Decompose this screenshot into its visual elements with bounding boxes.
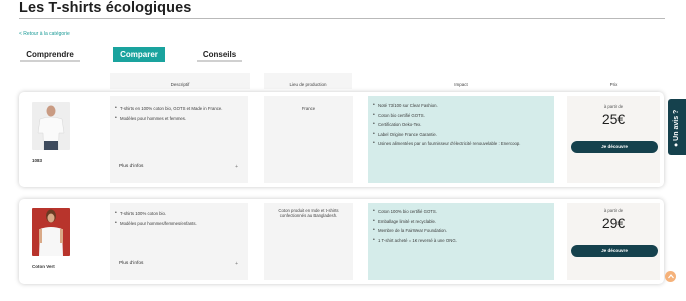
prix-label: à partir de xyxy=(603,208,624,213)
product-card: Coton Vert T-shirts 100% coton bio. Modè… xyxy=(19,199,664,284)
feedback-tab-label: ● Un avis ? xyxy=(673,110,680,147)
title-divider xyxy=(19,18,665,19)
descriptif-cell: T-shirts 100% coton bio. Modèles pour ho… xyxy=(110,203,248,280)
je-decouvre-button[interactable]: Je découvre xyxy=(571,141,658,153)
plus-infos-link[interactable]: Plus d'infos xyxy=(119,261,143,266)
prix-cell: à partir de 29€ Je découvre xyxy=(567,203,660,280)
impact-cell: Noté 73/100 sur Clear Fashion. Coton bio… xyxy=(368,96,554,183)
prix-value: 25€ xyxy=(601,111,626,127)
product-card: 1083 T-shirts en 100% coton bio, GOTS et… xyxy=(19,92,664,187)
descriptif-item: T-shirts en 100% coton bio, GOTS et Made… xyxy=(115,106,242,112)
page-title: Les T-shirts écologiques xyxy=(19,0,192,16)
impact-item: Usines alimentées par un fournisseur d'é… xyxy=(373,141,548,147)
column-header-lieu: Lieu de production xyxy=(289,82,327,87)
product-name: Coton Vert xyxy=(32,264,55,269)
expand-plus-icon[interactable]: + xyxy=(235,261,238,267)
tab-comprendre-underline xyxy=(20,60,80,62)
descriptif-cell: T-shirts en 100% coton bio, GOTS et Made… xyxy=(110,96,248,183)
impact-item: Noté 73/100 sur Clear Fashion. xyxy=(373,103,548,109)
impact-item: 1 T-shirt acheté = 1€ reversé à une ONG. xyxy=(373,238,548,244)
lieu-cell: Coton produit en Inde et t-shirts confec… xyxy=(264,203,353,280)
feedback-label: Un avis ? xyxy=(673,109,680,141)
back-to-category-link[interactable]: < Retour à la catégorie xyxy=(19,31,70,37)
scroll-to-top-button[interactable] xyxy=(665,271,676,282)
impact-item: Membre de la FairWear Foundation. xyxy=(373,228,548,234)
lieu-text: Coton produit en Inde et t-shirts confec… xyxy=(278,208,339,218)
prix-value: 29€ xyxy=(601,215,626,231)
product-image-1083[interactable] xyxy=(32,102,70,150)
feedback-tab[interactable]: ● Un avis ? xyxy=(668,99,686,155)
lieu-cell: France xyxy=(264,96,353,183)
chat-bubble-icon: ● xyxy=(673,142,680,147)
tab-comparer[interactable]: Comparer xyxy=(113,47,165,62)
column-header-impact: Impact xyxy=(454,82,468,87)
impact-item: Coton bio certifié GOTS. xyxy=(373,113,548,119)
product-name: 1083 xyxy=(32,158,43,163)
impact-item: Label Origine France Garantie. xyxy=(373,132,548,138)
prix-cell: à partir de 25€ Je découvre xyxy=(567,96,660,183)
descriptif-item: T-shirts 100% coton bio. xyxy=(115,211,242,217)
tab-conseils-underline xyxy=(197,60,242,62)
impact-item: Emballage limité et recyclable. xyxy=(373,219,548,225)
plus-infos-link[interactable]: Plus d'infos xyxy=(119,164,143,169)
column-header-descriptif: Descriptif xyxy=(170,82,190,87)
impact-cell: Coton 100% bio certifié GOTS. Emballage … xyxy=(368,203,554,280)
impact-item: Certification Oeko-Tex. xyxy=(373,122,548,128)
lieu-text: France xyxy=(301,106,316,111)
product-image-coton-vert[interactable] xyxy=(32,208,70,256)
prix-label: à partir de xyxy=(603,104,624,109)
je-decouvre-button[interactable]: Je découvre xyxy=(571,245,658,257)
chevron-up-icon xyxy=(667,274,674,279)
expand-plus-icon[interactable]: + xyxy=(235,164,238,170)
impact-item: Coton 100% bio certifié GOTS. xyxy=(373,209,548,215)
descriptif-item: Modèles pour hommes et femmes. xyxy=(115,116,242,122)
column-header-prix: Prix xyxy=(609,82,618,87)
descriptif-item: Modèles pour hommes/femmes/enfants. xyxy=(115,221,242,227)
